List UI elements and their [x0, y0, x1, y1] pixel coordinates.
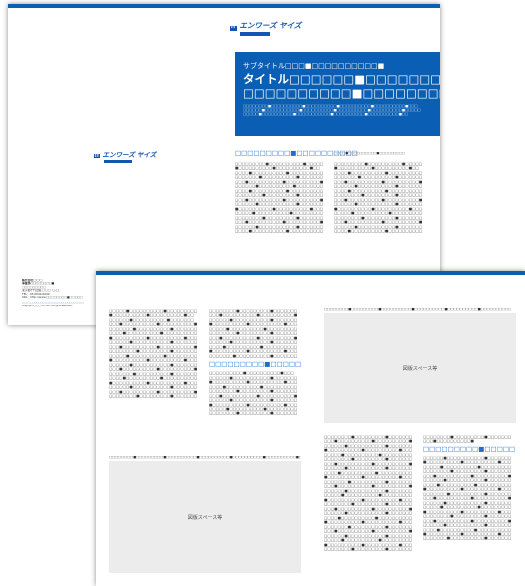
copyright: Copyright ◯◯◯ Co., Ltd. All rights Reser…: [22, 304, 73, 307]
text-line: □□□□□■□□□□□□□□□□■□□□□□□□□□: [324, 538, 413, 543]
back-cover-logo: IT エンワーズ ヤイズ: [94, 152, 156, 163]
right-column-first-line: □□□□■□□□□□□□□□□■□□□□□□□□□: [334, 152, 405, 155]
text-line: □□□□□□□□■□□□□□□□□□■□□□□□□□: [109, 394, 198, 399]
text-line: □□□□□□■□□□□□□□□□□□■□□□□□□□: [209, 398, 298, 403]
text-line: □□□□□□□□■□□□□□□□□□■□□□□□□□: [423, 514, 512, 519]
text-line: □□□□■□□□□□□□□□□■□□□□□□□□□□: [334, 229, 423, 234]
text-line: □□□□□□□□■□□□□□□□□□■□□□□□□□: [209, 411, 298, 416]
cover-subtitle: サブタイトル□□□■□□□□□□□□□□■: [243, 62, 385, 70]
text-line: □□□□□□■□□□□□□□□□□□■□□□□□□□: [423, 523, 512, 528]
text-line: □□□□□■□□□□□□□□□□■□□□□□□□□□: [423, 505, 512, 510]
inner-column-1: □□□□□■□□□□□□□□□□■□□□□□□□□□ ■□□□□□□□□□□■□…: [109, 309, 201, 399]
contact-url: URL：http://www□□□□□□□□■□□□□□: [22, 296, 83, 300]
text-line: □□□□□□□■□□□□□□□□□□■□□□□□□□: [209, 353, 298, 358]
top-accent-bar: [96, 271, 525, 275]
section-heading: □□□□□□□□□■□□□□□□□□□□: [209, 361, 301, 369]
cover-left-column: □□□□□□□□□■□□□□□□□□□□■□□□□□ ■□□□□□□□□□□■□…: [235, 162, 327, 234]
cover-right-column: □□□□□□□□□■□□□□□□□□□□■□□□□□ ■□□□□□□□□□□■□…: [334, 162, 434, 234]
front-cover-logo: IT エンワーズ ヤイズ: [230, 22, 301, 36]
image-placeholder-label: 図版スペース等: [402, 365, 438, 372]
logo-name: エンワーズ ヤイズ: [102, 151, 157, 159]
inner-column-4: □□□□□□□□■□□□□□□□□□■□□□□□□□ □□□■□□□□□□□□□…: [423, 435, 515, 541]
section-heading: □□□□□□□□□■□□□□□□□□□□: [423, 445, 515, 453]
text-line: □□□□□□□□■□□□□□□□□□■□□□□□□□: [324, 547, 413, 552]
text-line: □□□□■□□□□□□□□□□■□□□□□□□□□□: [235, 229, 324, 234]
inner-column-3: □□□□□□□□■□□□□□□□□□■□□□□□□□ □□□■□□□□□□□□□…: [324, 435, 416, 552]
text-line: ■□□□□□□□□□□■□□□□□□□□□□■□□□: [423, 487, 512, 492]
logo-it-mark: IT: [94, 153, 101, 158]
contact-block: 株式会社◯◯◯ 事業部□□□□□□□□■ □□□□□□□□□ 東京都千代田区◯◯…: [22, 279, 102, 307]
text-line: □□□□□□□□□□■□□□□□□□□□□■□□□: [209, 371, 294, 376]
image-placeholder-label: 図版スペース等: [187, 514, 223, 521]
text-line: □□□■□□□□□□□□□□■□□□□□□□□□□■: [324, 529, 413, 534]
cover-body-line: □□□□□■□□□□□□□□□□■□□□□□□□□□□□■□□□□□□□□□□■…: [243, 112, 409, 117]
cover-title-line1: タイトル□□□□□□■□□□□□□□: [243, 72, 440, 86]
cover-body: □□□□□□□□■□□□□□□□□□□■□□□□□□□□□□■□□□□□□□□□…: [243, 104, 433, 116]
text-line: □□□■□□□□□□□□□□■: [423, 439, 474, 444]
image-placeholder: 図版スペース等: [109, 461, 301, 573]
logo-tagline: [240, 31, 270, 36]
image-caption: □□□□□□□□■□□□□□□□□□■□□□□□□□□□□■□□□□□□□□□□…: [109, 455, 301, 459]
image-caption: □□□□□□□□■□□□□□□□□□■□□□□□□□□□□■□□□□□□□□□□…: [324, 307, 511, 311]
text-line: □□□□□□□□■□□□□□□□□□■□□□□□□□: [209, 389, 298, 394]
text-line: □□□□□□■□□□□□□□□□□□■□□□□□□□: [423, 478, 512, 483]
cover-title-panel: サブタイトル□□□■□□□□□□□□□□■ タイトル□□□□□□■□□□□□□□…: [235, 52, 440, 136]
cover-title-line2: □□□□□□□□□□■□□□□□□□□: [243, 86, 440, 100]
logo-name: エンワーズ ヤイズ: [239, 21, 302, 30]
inner-column-2: □□□□□□□□■□□□□□□□□□■□□□□□□□ □□□■□□□□□□□□□…: [209, 309, 301, 416]
logo-it-mark: IT: [230, 25, 237, 31]
image-placeholder: 図版スペース等: [324, 313, 516, 423]
text-line: ■□□□□□□□□□□■□□□□□□□□□□■□□□: [209, 380, 298, 385]
text-line: □□□□□□□■□□□□□□□□□□■□□□□□□□: [423, 536, 512, 541]
logo-tagline: [104, 159, 132, 163]
top-accent-bar: [8, 4, 440, 8]
text-line: □□□■□□□□□□□□□□■□□□□□□□□□□■: [423, 496, 512, 501]
front-sheet: □□□□□■□□□□□□□□□□■□□□□□□□□□ ■□□□□□□□□□□■□…: [96, 271, 525, 586]
